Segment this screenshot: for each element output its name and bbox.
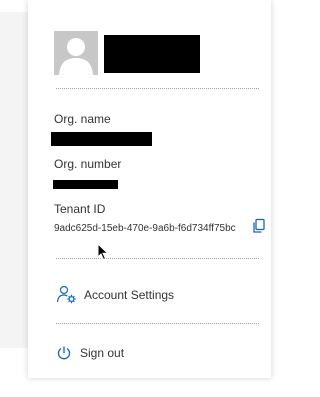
profile-popup: Org. name Org. number Tenant ID 9adc625d… bbox=[28, 0, 271, 378]
account-settings-label: Account Settings bbox=[84, 288, 175, 302]
copy-icon[interactable] bbox=[251, 218, 267, 234]
tenant-id-value: 9adc625d-15eb-470e-9a6b-f6d734ff75bc bbox=[54, 223, 236, 234]
user-name-redacted bbox=[104, 35, 200, 73]
org-number-redacted bbox=[53, 180, 118, 189]
separator bbox=[56, 258, 259, 259]
sign-out-item[interactable]: Sign out bbox=[56, 343, 124, 363]
org-name-label: Org. name bbox=[54, 112, 111, 126]
tenant-id-label: Tenant ID bbox=[54, 202, 106, 216]
power-icon bbox=[57, 346, 71, 360]
avatar bbox=[54, 31, 98, 75]
account-settings-item[interactable]: Account Settings bbox=[56, 282, 174, 308]
user-silhouette-icon bbox=[54, 31, 98, 75]
org-name-redacted bbox=[51, 132, 152, 146]
org-number-label: Org. number bbox=[54, 157, 122, 171]
separator bbox=[56, 323, 259, 324]
user-gear-icon bbox=[56, 285, 76, 304]
sign-out-label: Sign out bbox=[80, 346, 125, 360]
mouse-cursor bbox=[97, 242, 109, 261]
separator bbox=[56, 88, 259, 89]
